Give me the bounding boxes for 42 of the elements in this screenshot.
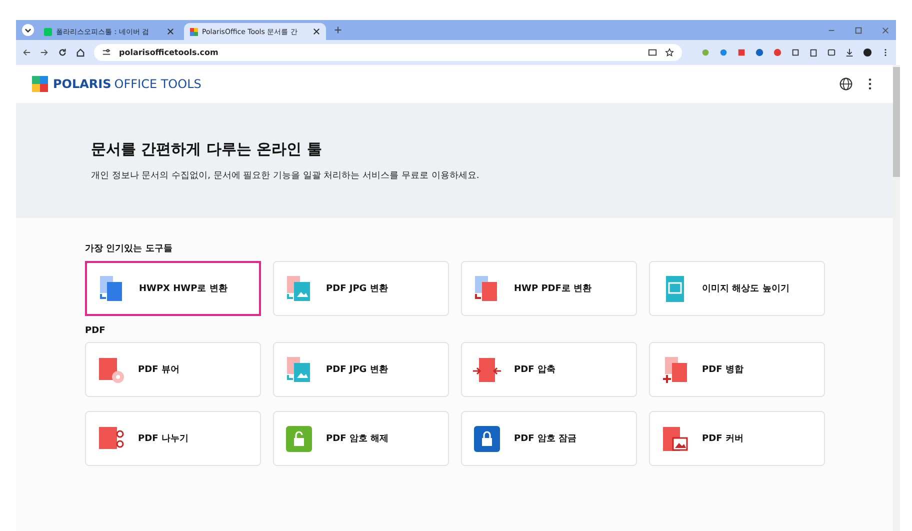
tool-card[interactable]: PDF 나누기 — [85, 411, 261, 466]
favicon-icon — [190, 28, 198, 36]
maximize-icon[interactable] — [854, 26, 863, 34]
close-icon[interactable] — [313, 28, 320, 35]
url-text: polarisofficetools.com — [119, 48, 218, 57]
address-bar[interactable]: polarisofficetools.com — [94, 44, 682, 61]
section-title: PDF — [85, 326, 106, 336]
tool-card[interactable]: PDF 암호 해제 — [273, 411, 449, 466]
download-icon[interactable] — [845, 48, 854, 57]
hero-title: 문서를 간편하게 다루는 온라인 툴 — [91, 140, 323, 158]
logo-text[interactable]: OFFICE TOOLS — [114, 77, 202, 91]
home-icon[interactable] — [76, 48, 85, 57]
screenshot-icon[interactable] — [827, 48, 836, 57]
back-icon[interactable] — [22, 48, 31, 57]
favicon-icon — [44, 28, 52, 36]
tool-card[interactable]: PDF 암호 잠금 — [461, 411, 637, 466]
tool-card[interactable]: PDF JPG 변환 — [273, 261, 449, 316]
profile-avatar-icon[interactable] — [863, 48, 872, 57]
forward-icon[interactable] — [40, 48, 49, 57]
new-tab-icon[interactable] — [334, 26, 342, 34]
scrollbar[interactable] — [893, 65, 900, 531]
tool-card[interactable]: HWPX HWP로 변환 — [85, 261, 261, 316]
section-title: 가장 인기있는 도구들 — [85, 243, 174, 255]
tab-list-icon[interactable] — [22, 24, 34, 36]
tool-card[interactable]: HWP PDF로 변환 — [461, 261, 637, 316]
hero-subtitle: 개인 정보나 문서의 수집없이, 문서에 필요한 기능을 일괄 처리하는 서비스를 무료로 이용하세요. — [91, 170, 480, 182]
site-settings-icon[interactable] — [102, 48, 111, 57]
reload-icon[interactable] — [58, 48, 67, 57]
padlock-icon — [472, 424, 502, 454]
tool-card[interactable]: PDF 커버 — [649, 411, 825, 466]
tool-card[interactable]: 이미지 해상도 높이기 — [649, 261, 825, 316]
logo-icon[interactable] — [32, 76, 48, 92]
tool-card[interactable]: PDF JPG 변환 — [273, 342, 449, 397]
tool-card[interactable]: PDF 병합 — [649, 342, 825, 397]
globe-icon[interactable] — [839, 77, 853, 91]
unlocked-padlock-icon — [284, 424, 314, 454]
logo-text[interactable]: POLARIS — [53, 77, 112, 91]
document-merge-icon — [660, 354, 690, 384]
tool-card[interactable]: PDF 뷰어 — [85, 342, 261, 397]
tool-card[interactable]: PDF 압축 — [461, 342, 637, 397]
star-icon[interactable] — [665, 48, 674, 57]
close-icon[interactable] — [167, 28, 174, 35]
